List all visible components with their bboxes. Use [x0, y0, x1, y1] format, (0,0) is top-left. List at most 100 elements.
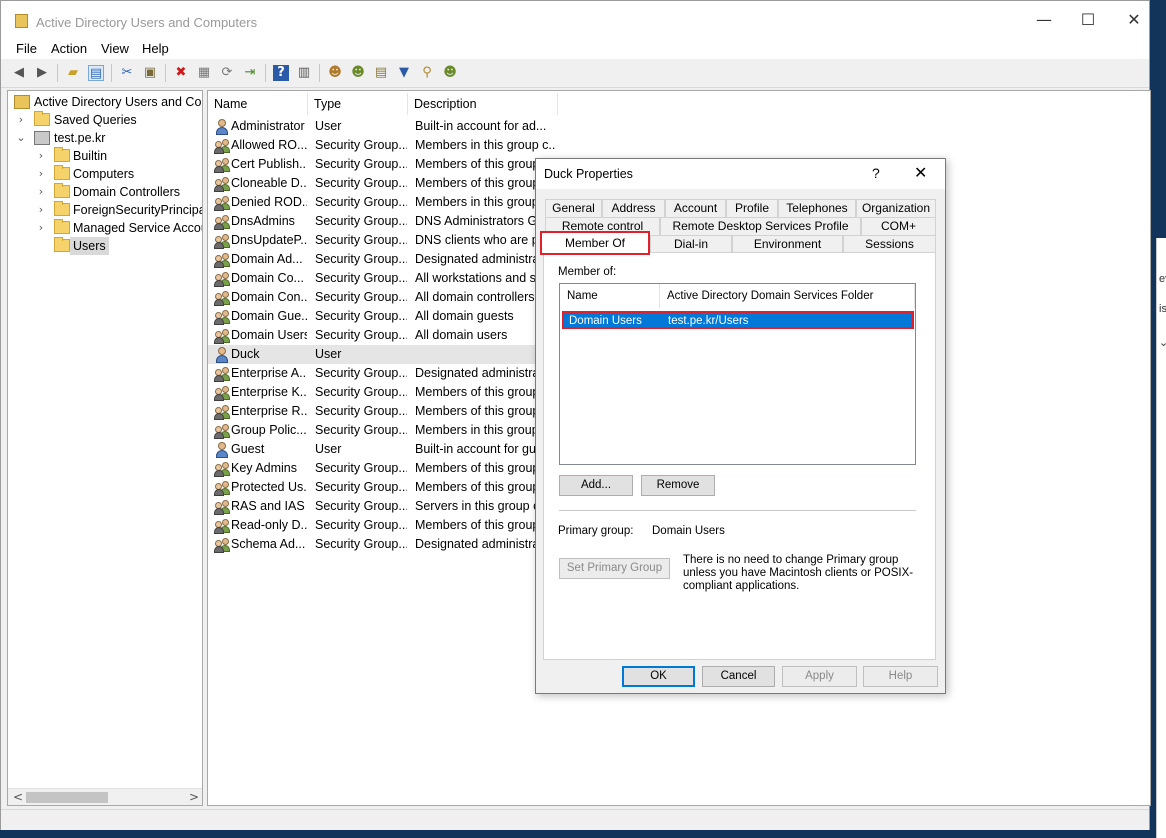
- list-item[interactable]: Schema Ad... Security Group... Designated …: [208, 535, 557, 554]
- new-group-icon[interactable]: ☻: [350, 65, 366, 81]
- tab-general[interactable]: General: [545, 199, 602, 217]
- item-type: Security Group...: [315, 309, 407, 323]
- column-header-description[interactable]: Description: [408, 93, 558, 115]
- maximize-button[interactable]: ☐: [1077, 9, 1099, 31]
- menu-file[interactable]: File: [16, 41, 37, 56]
- menu-view[interactable]: View: [101, 41, 129, 56]
- tab-environment[interactable]: Environment: [732, 235, 843, 253]
- new-ou-icon[interactable]: ▤: [373, 65, 389, 81]
- dialog-close-button[interactable]: ✕: [914, 163, 927, 182]
- member-column-folder[interactable]: Active Directory Domain Services Folder: [660, 284, 915, 308]
- tab-remote-desktop-services-profile[interactable]: Remote Desktop Services Profile: [660, 217, 861, 235]
- column-header-type[interactable]: Type: [308, 93, 408, 115]
- tab-sessions[interactable]: Sessions: [843, 235, 936, 253]
- tab-member-of[interactable]: Member Of: [540, 231, 650, 255]
- tree-horizontal-scrollbar[interactable]: < >: [8, 788, 202, 805]
- item-description: DNS clients who are pe: [415, 233, 546, 247]
- tab-profile[interactable]: Profile: [726, 199, 778, 217]
- tree-item-domain-controllers[interactable]: › Domain Controllers: [12, 183, 202, 201]
- list-item[interactable]: Domain Users Security Group... All domain …: [208, 326, 557, 345]
- add-button[interactable]: Add...: [559, 475, 633, 496]
- list-item[interactable]: Protected Us... Security Group... Members …: [208, 478, 557, 497]
- list-item[interactable]: Domain Co... Security Group... All worksta…: [208, 269, 557, 288]
- filter-icon[interactable]: ▼: [396, 65, 412, 81]
- find-icon[interactable]: ⚲: [419, 65, 435, 81]
- refresh-icon[interactable]: ⟳: [219, 65, 235, 81]
- scroll-left-icon[interactable]: <: [13, 789, 23, 805]
- tree-root[interactable]: Active Directory Users and Com: [12, 93, 202, 111]
- list-item[interactable]: Administrator User Built-in account for ad…: [208, 117, 557, 136]
- forward-arrow-icon[interactable]: ▶: [34, 65, 50, 81]
- minimize-button[interactable]: —: [1033, 9, 1055, 31]
- member-column-name[interactable]: Name: [560, 284, 660, 308]
- list-item[interactable]: Read-only D... Security Group... Members o…: [208, 516, 557, 535]
- list-item[interactable]: Domain Ad... Security Group... Designated …: [208, 250, 557, 269]
- cut-icon[interactable]: ✂: [119, 65, 135, 81]
- expand-icon[interactable]: ›: [36, 201, 46, 219]
- expand-icon[interactable]: ›: [36, 165, 46, 183]
- add-to-group-icon[interactable]: ☻: [442, 65, 458, 81]
- help-icon[interactable]: ?: [273, 65, 289, 81]
- list-item[interactable]: Domain Con... Security Group... All domain…: [208, 288, 557, 307]
- expand-icon[interactable]: ›: [36, 219, 46, 237]
- list-item[interactable]: Enterprise A... Security Group... Designat…: [208, 364, 557, 383]
- tree-item-computers[interactable]: › Computers: [12, 165, 202, 183]
- list-item[interactable]: Key Admins Security Group... Members of th…: [208, 459, 557, 478]
- list-item[interactable]: Enterprise R... Security Group... Members …: [208, 402, 557, 421]
- list-item[interactable]: Guest User Built-in account for gue: [208, 440, 557, 459]
- scroll-right-icon[interactable]: >: [189, 789, 199, 805]
- tree-item-builtin[interactable]: › Builtin: [12, 147, 202, 165]
- list-item[interactable]: Denied ROD... Security Group... Members in…: [208, 193, 557, 212]
- list-item[interactable]: Enterprise K... Security Group... Members …: [208, 383, 557, 402]
- delete-icon[interactable]: ✖: [173, 65, 189, 81]
- tree-item-foreign-security-principals[interactable]: › ForeignSecurityPrincipals: [12, 201, 202, 219]
- expand-icon[interactable]: ›: [36, 183, 46, 201]
- menu-action[interactable]: Action: [51, 41, 87, 56]
- list-item[interactable]: DnsAdmins Security Group... DNS Administra…: [208, 212, 557, 231]
- remove-button[interactable]: Remove: [641, 475, 715, 496]
- tab-organization[interactable]: Organization: [856, 199, 936, 217]
- back-arrow-icon[interactable]: ◀: [11, 65, 27, 81]
- list-item[interactable]: Allowed RO... Security Group... Members in…: [208, 136, 557, 155]
- mmc-view-icon[interactable]: ▥: [296, 65, 312, 81]
- tree-item-users[interactable]: Users: [12, 237, 202, 255]
- tab-address[interactable]: Address: [602, 199, 665, 217]
- list-item[interactable]: Duck User: [208, 345, 557, 364]
- tab-telephones[interactable]: Telephones: [778, 199, 856, 217]
- list-item[interactable]: Domain Gue... Security Group... All domain…: [208, 307, 557, 326]
- ok-button[interactable]: OK: [622, 666, 695, 687]
- list-item[interactable]: Group Polic... Security Group... Members i…: [208, 421, 557, 440]
- column-header-name[interactable]: Name: [208, 93, 308, 115]
- list-item[interactable]: Cloneable D... Security Group... Members o…: [208, 174, 557, 193]
- member-row-domain-users[interactable]: Domain Users test.pe.kr/Users: [562, 311, 914, 329]
- expand-icon[interactable]: ›: [36, 147, 46, 165]
- tab-com-plus[interactable]: COM+: [861, 217, 936, 235]
- cancel-button[interactable]: Cancel: [702, 666, 775, 687]
- toolbar: ◀ ▶ ▰ ▤ ✂ ▣ ✖ ▦ ⟳ ⇥ ? ▥ ☻ ☻ ▤ ▼ ⚲ ☻: [1, 60, 1149, 88]
- context-help-button[interactable]: ?: [872, 165, 880, 181]
- help-button[interactable]: Help: [863, 666, 938, 687]
- close-button[interactable]: ✕: [1123, 9, 1145, 31]
- member-of-list[interactable]: Name Active Directory Domain Services Fo…: [559, 283, 916, 465]
- set-primary-group-button[interactable]: Set Primary Group: [559, 558, 670, 579]
- list-item[interactable]: DnsUpdateP... Security Group... DNS client…: [208, 231, 557, 250]
- tab-account[interactable]: Account: [665, 199, 726, 217]
- folder-icon: [54, 165, 70, 180]
- tree-item-saved-queries[interactable]: › Saved Queries: [12, 111, 202, 129]
- properties-icon[interactable]: ▦: [196, 65, 212, 81]
- list-item[interactable]: Cert Publish... Security Group... Members …: [208, 155, 557, 174]
- new-user-icon[interactable]: ☻: [327, 65, 343, 81]
- apply-button[interactable]: Apply: [782, 666, 857, 687]
- list-item[interactable]: RAS and IAS ... Security Group... Servers …: [208, 497, 557, 516]
- export-list-icon[interactable]: ⇥: [242, 65, 258, 81]
- expand-icon[interactable]: ›: [16, 111, 26, 129]
- tree-item-managed-service-accounts[interactable]: › Managed Service Accour: [12, 219, 202, 237]
- menu-help[interactable]: Help: [142, 41, 169, 56]
- up-folder-icon[interactable]: ▰: [65, 65, 81, 81]
- scrollbar-thumb[interactable]: [26, 792, 108, 803]
- tab-dial-in[interactable]: Dial-in: [650, 235, 732, 253]
- show-hide-tree-icon[interactable]: ▤: [88, 65, 104, 81]
- copy-icon[interactable]: ▣: [142, 65, 158, 81]
- tree-item-domain[interactable]: ⌄ test.pe.kr: [12, 129, 202, 147]
- collapse-icon[interactable]: ⌄: [16, 129, 26, 147]
